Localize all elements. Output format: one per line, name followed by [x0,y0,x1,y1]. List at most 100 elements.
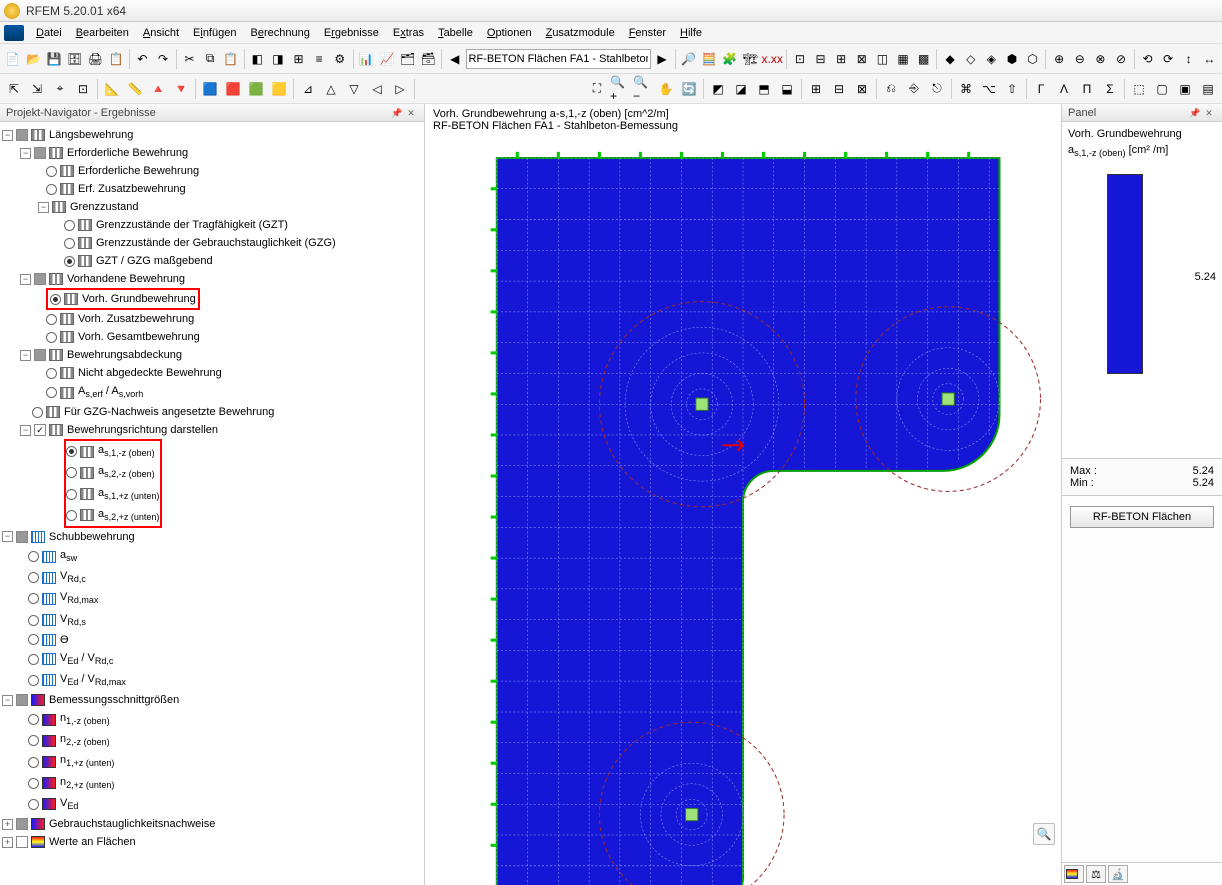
t2-d[interactable]: ⊡ [72,78,94,100]
tree-n1-oben[interactable]: n1,-z (oben) [60,709,110,730]
tree-ved-vrdmax[interactable]: VEd / VRd,max [60,670,126,691]
tree-erf-grp[interactable]: Erforderliche Bewehrung [67,144,188,162]
menu-berechnung[interactable]: Berechnung [244,25,315,41]
preview-icon[interactable]: 📋 [106,48,126,70]
copy-icon[interactable]: ⧉ [200,48,220,70]
tree-vrds[interactable]: VRd,s [60,610,86,631]
tb-af[interactable]: ⟳ [1158,48,1178,70]
radio[interactable] [66,510,77,521]
tree-vrdc[interactable]: VRd,c [60,567,86,588]
t2-ad[interactable]: Σ [1099,78,1121,100]
panel-pin-icon[interactable]: 📌 [1188,106,1202,120]
tree-vorh-grp[interactable]: Vorhandene Bewehrung [67,270,185,288]
tb-u[interactable]: ▩ [914,48,934,70]
tb-r[interactable]: ⊠ [852,48,872,70]
tb-f[interactable]: 📊 [357,48,377,70]
tb-ah[interactable]: ↔ [1200,48,1220,70]
tree-n2-unten[interactable]: n2,+z (unten) [60,773,114,794]
tree-as1-unten[interactable]: as,1,+z (unten) [98,484,159,505]
panel-tab-3[interactable]: 🔬 [1108,865,1128,883]
tb-k[interactable]: 🧮 [699,48,719,70]
radio[interactable] [28,799,39,810]
menu-datei[interactable]: Datei [30,25,68,41]
menu-einfuegen[interactable]: Einfügen [187,25,242,41]
t2-n[interactable]: △ [320,78,342,100]
tb-z[interactable]: ⬡ [1023,48,1043,70]
tb-o[interactable]: ⊡ [790,48,810,70]
radio[interactable] [46,166,57,177]
t2-r[interactable]: ⊞ [805,78,827,100]
menu-extras[interactable]: Extras [387,25,430,41]
checkbox[interactable] [16,129,28,141]
t2-u[interactable]: ⎌ [880,78,902,100]
t2-ae[interactable]: ⬚ [1128,78,1150,100]
tb-arrow-left[interactable]: ◀ [445,48,465,70]
t2-view4[interactable]: ⬓ [776,78,798,100]
viewport[interactable]: Vorh. Grundbewehrung a-s,1,-z (oben) [cm… [425,104,1062,885]
tb-ab[interactable]: ⊖ [1070,48,1090,70]
checkbox[interactable] [16,818,28,830]
tb-e[interactable]: ⚙ [330,48,350,70]
tb-ae[interactable]: ⟲ [1138,48,1158,70]
tb-ag[interactable]: ↕ [1179,48,1199,70]
t2-view3[interactable]: ⬒ [753,78,775,100]
tree-ved[interactable]: VEd [60,794,78,815]
t2-view2[interactable]: ◪ [730,78,752,100]
t2-g[interactable]: 🔺 [147,78,169,100]
t2-t[interactable]: ⊠ [851,78,873,100]
t2-i[interactable]: 🟦 [199,78,221,100]
tree-gebrauchs[interactable]: Gebrauchstauglichkeitsnachweise [49,815,215,833]
checkbox[interactable] [16,694,28,706]
t2-b[interactable]: ⇲ [26,78,48,100]
menu-tabelle[interactable]: Tabelle [432,25,479,41]
tb-n[interactable]: x.xx [761,48,783,70]
tb-j[interactable]: 🔎 [679,48,699,70]
redo-icon[interactable]: ↷ [153,48,173,70]
t2-ah[interactable]: ▤ [1197,78,1219,100]
tree-asw[interactable]: asw [60,546,77,567]
tree-werte[interactable]: Werte an Flächen [49,833,136,851]
tree-bemess[interactable]: Bemessungsschnittgrößen [49,691,179,709]
radio[interactable] [28,654,39,665]
tb-h[interactable]: 🗂 [398,48,418,70]
t2-z[interactable]: ⇧ [1001,78,1023,100]
menu-bearbeiten[interactable]: Bearbeiten [70,25,135,41]
toggle-icon[interactable]: − [2,531,13,542]
t2-zoom-out[interactable]: 🔍− [632,78,654,100]
tb-s[interactable]: ◫ [873,48,893,70]
t2-view1[interactable]: ◩ [707,78,729,100]
checkbox[interactable] [34,273,46,285]
tree-erf-zusatz[interactable]: Erf. Zusatzbewehrung [78,180,186,198]
tree-grenz[interactable]: Grenzzustand [70,198,138,216]
menu-ansicht[interactable]: Ansicht [137,25,185,41]
tb-c[interactable]: ⊞ [289,48,309,70]
tree-as2-oben[interactable]: as,2,-z (oben) [98,462,155,483]
tree-gzt[interactable]: Grenzzustände der Tragfähigkeit (GZT) [96,216,288,234]
t2-s[interactable]: ⊟ [828,78,850,100]
tb-v[interactable]: ◆ [940,48,960,70]
radio[interactable] [28,714,39,725]
t2-zoom-extents[interactable]: ⛶ [586,78,608,100]
t2-o[interactable]: ▽ [343,78,365,100]
checkbox[interactable] [34,349,46,361]
menu-hilfe[interactable]: Hilfe [674,25,708,41]
t2-l[interactable]: 🟨 [268,78,290,100]
tree-schub[interactable]: Schubbewehrung [49,528,135,546]
t2-p[interactable]: ◁ [366,78,388,100]
new-icon[interactable]: 📄 [3,48,23,70]
cut-icon[interactable]: ✂ [180,48,200,70]
tb-aa[interactable]: ⊕ [1049,48,1069,70]
checkbox[interactable]: ✓ [34,424,46,436]
tree-gzg-nachweis[interactable]: Für GZG-Nachweis angesetzte Bewehrung [64,403,274,421]
tree-vorh-zusatz[interactable]: Vorh. Zusatzbewehrung [78,310,194,328]
menu-ergebnisse[interactable]: Ergebnisse [318,25,385,41]
t2-j[interactable]: 🟥 [222,78,244,100]
tb-g[interactable]: 📈 [377,48,397,70]
tb-t[interactable]: ▦ [893,48,913,70]
app-logo[interactable] [4,25,24,41]
radio[interactable] [66,489,77,500]
radio[interactable] [28,615,39,626]
tree-n2-oben[interactable]: n2,-z (oben) [60,730,110,751]
navigator-close-icon[interactable]: ✕ [404,106,418,120]
radio[interactable] [50,294,61,305]
